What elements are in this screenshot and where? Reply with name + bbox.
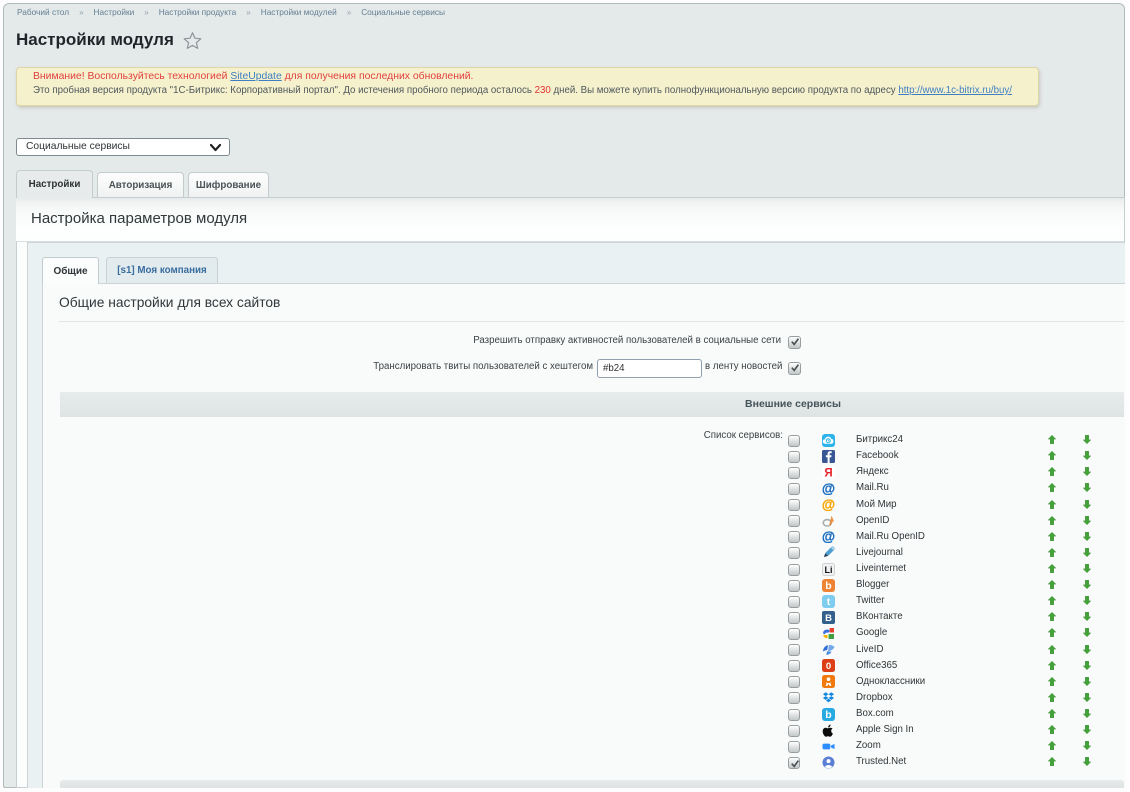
svg-text:Li: Li <box>825 564 833 574</box>
svg-text:b: b <box>825 709 831 721</box>
svg-text:b: b <box>825 580 831 592</box>
svg-text:@: @ <box>822 530 835 543</box>
svg-text:@: @ <box>822 482 835 495</box>
svg-text:t: t <box>827 596 831 608</box>
svg-text:В: В <box>825 613 832 624</box>
svg-text:0: 0 <box>826 661 831 672</box>
svg-text:@: @ <box>822 498 835 511</box>
svg-text:Я: Я <box>824 467 832 479</box>
